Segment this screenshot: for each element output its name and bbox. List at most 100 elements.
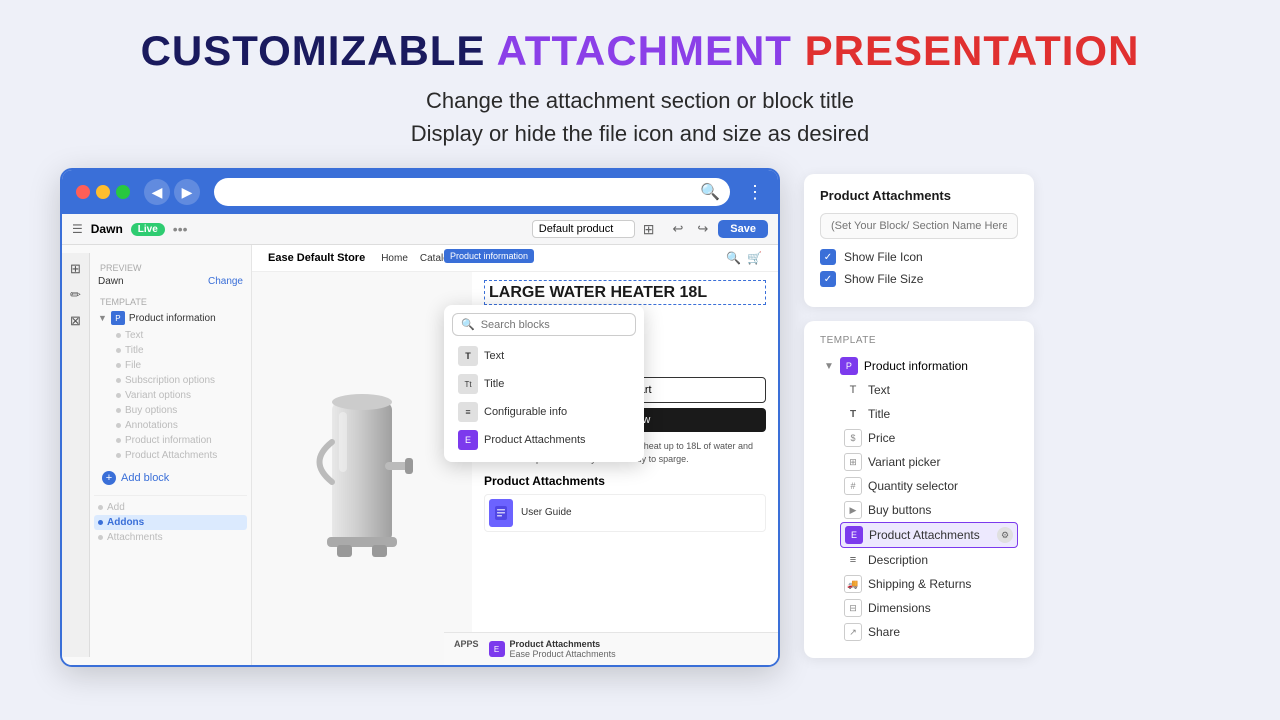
change-link[interactable]: Change <box>208 276 243 287</box>
title-part2: ATTACHMENT <box>497 27 792 74</box>
tree-item-buy-buttons[interactable]: ▶ Buy buttons <box>840 498 1018 522</box>
app-info: Product Attachments Ease Product Attachm… <box>510 639 616 659</box>
title-part1: CUSTOMIZABLE <box>141 27 486 74</box>
search-blocks-input[interactable] <box>481 319 627 331</box>
add-block-button[interactable]: + Add block <box>94 467 247 489</box>
tree-item-text[interactable]: T Text <box>840 378 1018 402</box>
search-blocks-overlay: 🔍 T Text Tt Title ≡ Configurable info <box>444 305 644 462</box>
maximize-button[interactable] <box>116 185 130 199</box>
price-icon: $ <box>844 429 862 447</box>
attachments-section-title: Product Attachments <box>484 474 766 488</box>
tree-item-title[interactable]: T Title <box>840 402 1018 426</box>
attachments-settings-panel: Product Attachments ✓ Show File Icon ✓ S… <box>804 174 1034 307</box>
expand-arrow-icon: ▼ <box>824 361 834 372</box>
tree-item-share[interactable]: ↗ Share <box>840 620 1018 644</box>
browser-window: ◀ ▶ 🔍 ⋮ ☰ Dawn Live ••• Default product … <box>60 168 780 667</box>
tree-items: T Text T Title $ Price ⊞ Variant picker … <box>820 378 1018 644</box>
tree-dot <box>116 348 121 353</box>
tree-item-dimensions[interactable]: ⊟ Dimensions <box>840 596 1018 620</box>
tree-item-variant[interactable]: ⊞ Variant picker <box>840 450 1018 474</box>
page-header: CUSTOMIZABLE ATTACHMENT PRESENTATION Cha… <box>0 0 1280 168</box>
sidebar-icon-brush[interactable]: ✏ <box>70 287 81 303</box>
editor-actions: ↩ ↪ Save <box>668 219 768 239</box>
browser-menu-button[interactable]: ⋮ <box>746 182 764 203</box>
redo-button[interactable]: ↪ <box>693 219 712 239</box>
tree-item-attachments: Product Attachments <box>112 448 247 463</box>
search-result-text[interactable]: T Text <box>452 342 636 370</box>
product-info-tree-header[interactable]: ▼ P Product information <box>820 354 1018 378</box>
tree-item: Add <box>94 500 247 515</box>
save-button[interactable]: Save <box>718 220 768 238</box>
attachment-item: User Guide <box>484 494 766 532</box>
tree-dot <box>116 363 121 368</box>
nav-home[interactable]: Home <box>381 253 408 264</box>
store-preview: Product information Ease Default Store H… <box>252 245 778 665</box>
show-size-row: ✓ Show File Size <box>820 271 1018 287</box>
editor-dots-menu[interactable]: ••• <box>173 221 188 237</box>
app-name: Product Attachments <box>510 639 616 649</box>
page-subtitle: Change the attachment section or block t… <box>60 84 1220 150</box>
sidebar-toggle-icon[interactable]: ☰ <box>72 222 83 236</box>
apps-section: APPS E Product Attachments Ease Product … <box>444 632 778 665</box>
forward-button[interactable]: ▶ <box>174 179 200 205</box>
traffic-lights <box>76 185 130 199</box>
main-area: ◀ ▶ 🔍 ⋮ ☰ Dawn Live ••• Default product … <box>0 168 1280 672</box>
preview-label: PREVIEW <box>94 259 247 274</box>
check-mark-size: ✓ <box>824 274 832 285</box>
title-icon: T <box>844 405 862 423</box>
product-info-tree-label: Product information <box>864 359 968 373</box>
tree-dot <box>116 453 121 458</box>
tree-item-shipping[interactable]: 🚚 Shipping & Returns <box>840 572 1018 596</box>
tree-item-product-attachments[interactable]: E Product Attachments ⚙ <box>840 522 1018 548</box>
shipping-icon: 🚚 <box>844 575 862 593</box>
template-section-label: TEMPLATE <box>94 293 247 308</box>
product-block-icon: E <box>458 430 478 450</box>
check-mark: ✓ <box>824 252 832 263</box>
preview-row: Dawn Change <box>94 274 247 289</box>
dimensions-icon: ⊟ <box>844 599 862 617</box>
sidebar-icon-home[interactable]: ⊞ <box>70 261 81 277</box>
tree-item-highlighted[interactable]: Addons <box>94 515 247 530</box>
product-info-header[interactable]: ▼ P Product information <box>94 308 247 328</box>
block-name-input[interactable] <box>820 213 1018 239</box>
title-block-icon: Tt <box>458 374 478 394</box>
product-info-tree-icon: P <box>840 357 858 375</box>
buy-buttons-icon: ▶ <box>844 501 862 519</box>
expand-icon: ⊞ <box>643 221 655 238</box>
tree-item-quantity[interactable]: # Quantity selector <box>840 474 1018 498</box>
template-panel: TEMPLATE ▼ P Product information T Text … <box>804 321 1034 658</box>
minimize-button[interactable] <box>96 185 110 199</box>
address-bar[interactable]: 🔍 <box>214 178 730 206</box>
undo-button[interactable]: ↩ <box>668 219 687 239</box>
sidebar-icon-apps[interactable]: ⊠ <box>70 313 81 329</box>
tree-item: Annotations <box>112 418 247 433</box>
show-size-label: Show File Size <box>844 272 923 286</box>
live-badge: Live <box>131 223 165 236</box>
show-size-checkbox[interactable]: ✓ <box>820 271 836 287</box>
search-result-config[interactable]: ≡ Configurable info <box>452 398 636 426</box>
show-icon-label: Show File Icon <box>844 250 923 264</box>
tree-item-price[interactable]: $ Price <box>840 426 1018 450</box>
tree-options-button[interactable]: ⚙ <box>997 527 1013 543</box>
product-info-label: Product information <box>129 313 216 324</box>
editor-bar: ☰ Dawn Live ••• Default product ⊞ ↩ ↪ Sa… <box>62 214 778 245</box>
search-icon: 🔍 <box>700 182 720 202</box>
store-search-icon[interactable]: 🔍 <box>726 251 741 265</box>
options-icon: ⚙ <box>1001 530 1009 541</box>
show-icon-row: ✓ Show File Icon <box>820 249 1018 265</box>
back-button[interactable]: ◀ <box>144 179 170 205</box>
show-icon-checkbox[interactable]: ✓ <box>820 249 836 265</box>
product-select[interactable]: Default product <box>532 220 635 238</box>
tree-item: Title <box>112 343 247 358</box>
expand-arrow-icon: ▼ <box>98 313 107 323</box>
right-panel: Product Attachments ✓ Show File Icon ✓ S… <box>804 168 1034 672</box>
description-icon: ≡ <box>844 551 862 569</box>
tree-item-description[interactable]: ≡ Description <box>840 548 1018 572</box>
product-name: LARGE WATER HEATER 18L <box>484 280 766 305</box>
search-result-product[interactable]: E Product Attachments <box>452 426 636 454</box>
search-result-title[interactable]: Tt Title <box>452 370 636 398</box>
editor-sidebar: ⊞ ✏ ⊠ PREVIEW Dawn Change TEMPLATE ▼ P P… <box>62 245 252 665</box>
close-button[interactable] <box>76 185 90 199</box>
store-cart-icon[interactable]: 🛒 <box>747 251 762 265</box>
tree-item: Attachments <box>94 530 247 545</box>
